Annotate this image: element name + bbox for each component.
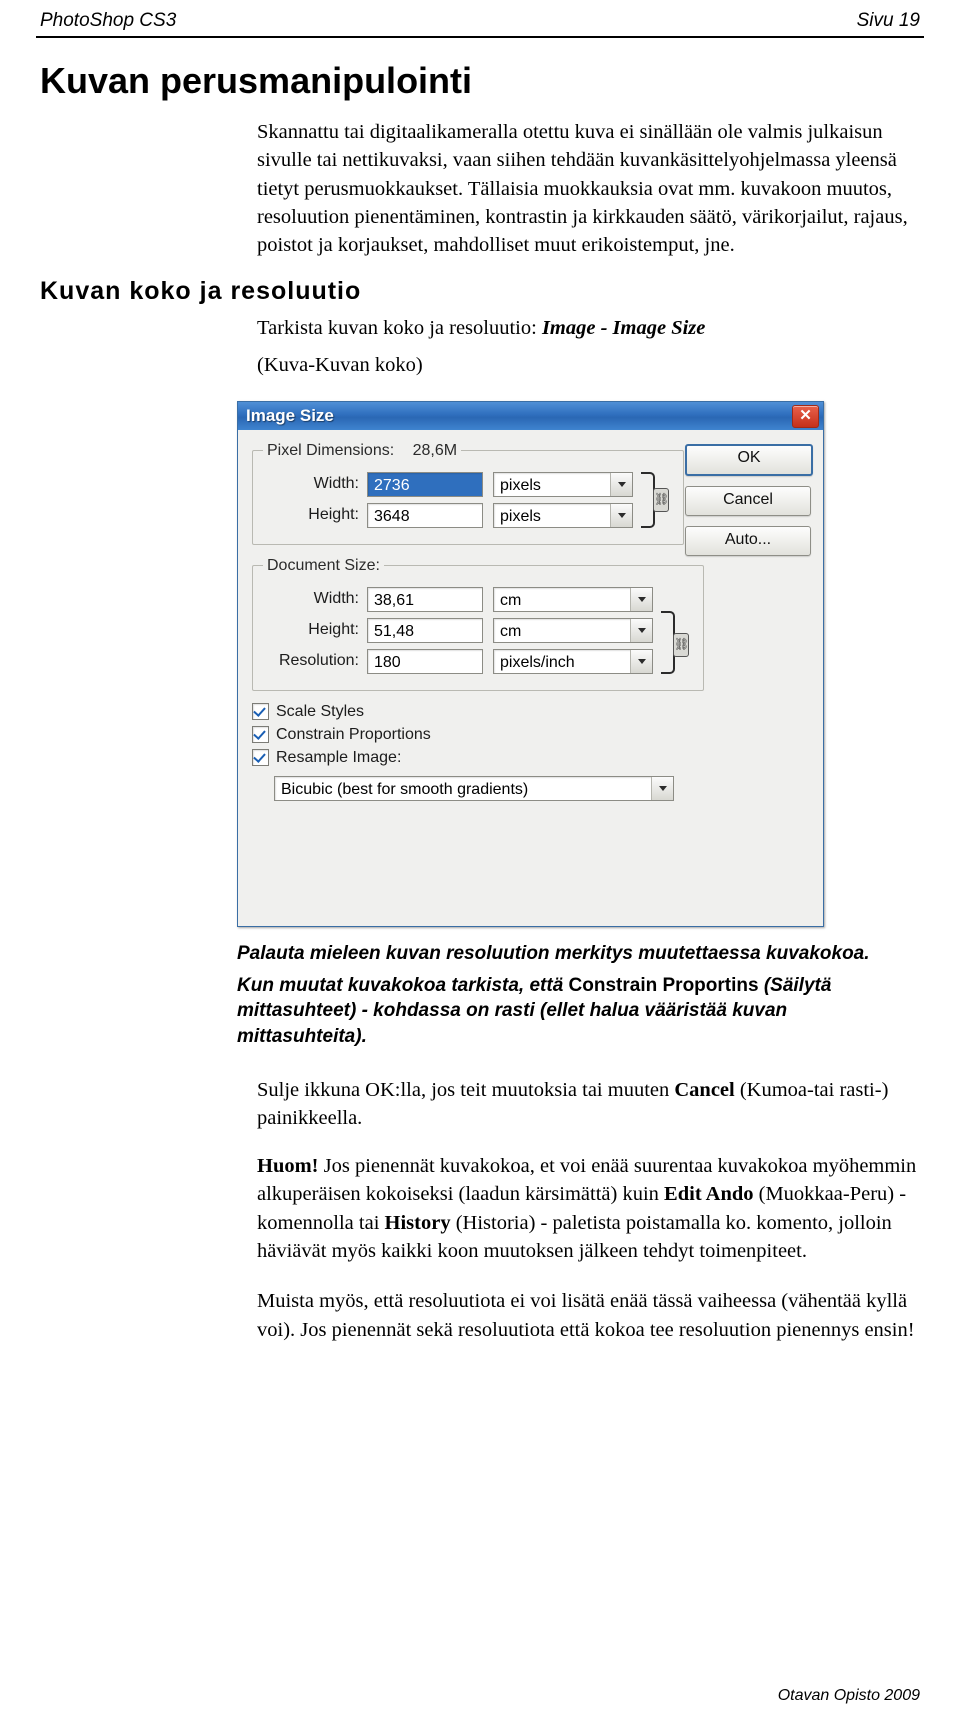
header-page-number: Sivu 19 bbox=[856, 10, 920, 31]
chevron-down-icon[interactable] bbox=[651, 776, 673, 800]
page-title: Kuvan perusmanipulointi bbox=[40, 60, 473, 101]
scale-styles-row[interactable]: Scale Styles bbox=[252, 703, 809, 721]
page-header: PhotoShop CS3 Sivu 19 bbox=[36, 0, 924, 38]
scale-styles-checkbox[interactable] bbox=[252, 703, 269, 721]
history-keyword: History bbox=[384, 1211, 451, 1234]
doc-resolution-unit-select[interactable]: pixels/inch bbox=[493, 648, 653, 674]
scale-styles-label: Scale Styles bbox=[276, 702, 365, 720]
pixel-dimensions-rows: Width: 2736 pixels Height: 3648 pixels ⛓ bbox=[263, 466, 673, 534]
pixel-width-label: Width: bbox=[313, 475, 359, 493]
chevron-down-icon[interactable] bbox=[630, 649, 652, 673]
resample-image-row[interactable]: Resample Image: bbox=[252, 749, 809, 767]
pixel-height-input[interactable]: 3648 bbox=[367, 502, 483, 528]
header-left-text: PhotoShop CS3 bbox=[40, 10, 177, 31]
huom-paragraph-block: Huom! Jos pienennät kuvakokoa, et voi en… bbox=[257, 1152, 920, 1265]
note-2-part-a: Kun muutat kuvakokoa tarkista, että bbox=[237, 974, 569, 996]
document-fields: Width: 38,61 cm Height: 51,48 cm Resolut… bbox=[263, 581, 653, 680]
doc-width-label: Width: bbox=[313, 590, 359, 608]
dialog-titlebar: Image Size ✕ bbox=[238, 401, 823, 430]
resample-method-wrap: Bicubic (best for smooth gradients) bbox=[274, 775, 674, 801]
dialog-buttons: OK Cancel Auto... bbox=[685, 443, 813, 566]
dialog-body: Pixel Dimensions: 28,6M Width: 2736 pixe… bbox=[238, 429, 823, 926]
image-size-dialog: Image Size ✕ Pixel Dimensions: 28,6M Wid… bbox=[237, 400, 824, 927]
doc-height-label: Height: bbox=[308, 621, 359, 639]
document-size-group: Document Size: Width: 38,61 cm Height: 5… bbox=[252, 556, 704, 691]
pixel-fields: Width: 2736 pixels Height: 3648 pixels bbox=[263, 466, 633, 534]
check-block: Tarkista kuvan koko ja resoluutio: Image… bbox=[257, 314, 920, 379]
chain-link-icon: ⛓ bbox=[673, 633, 689, 658]
pixel-width-row: Width: 2736 pixels bbox=[263, 471, 633, 497]
doc-height-unit-select[interactable]: cm bbox=[493, 617, 653, 643]
last-paragraph: Muista myös, että resoluutiota ei voi li… bbox=[257, 1290, 915, 1341]
check-line-1-text: Tarkista kuvan koko ja resoluutio: bbox=[257, 317, 542, 340]
close-paragraph-a: Sulje ikkuna OK:lla, jos teit muutoksia … bbox=[257, 1078, 675, 1101]
page-footer: Otavan Opisto 2009 bbox=[777, 1687, 920, 1704]
doc-width-unit-wrap: cm bbox=[493, 586, 653, 612]
image-size-dialog-wrapper: Image Size ✕ Pixel Dimensions: 28,6M Wid… bbox=[237, 400, 824, 927]
note-1: Palauta mieleen kuvan resoluution merkit… bbox=[237, 942, 870, 964]
dialog-title: Image Size bbox=[246, 405, 334, 425]
huom-keyword: Huom! bbox=[257, 1155, 319, 1178]
huom-paragraph: Huom! Jos pienennät kuvakokoa, et voi en… bbox=[257, 1152, 920, 1265]
options-block: Scale Styles Constrain Proportions Resam… bbox=[252, 703, 809, 801]
doc-resolution-input[interactable]: 180 bbox=[367, 648, 483, 674]
pixel-dimensions-legend: Pixel Dimensions: 28,6M bbox=[263, 442, 461, 460]
pixel-width-unit-wrap: pixels bbox=[493, 471, 633, 497]
auto-button[interactable]: Auto... bbox=[685, 525, 811, 556]
chain-link-icon: ⛓ bbox=[653, 487, 669, 512]
chevron-down-icon[interactable] bbox=[630, 587, 652, 611]
pixel-dimensions-label: Pixel Dimensions: bbox=[267, 441, 395, 459]
doc-height-row: Height: 51,48 cm bbox=[263, 617, 653, 643]
notes-block: Palauta mieleen kuvan resoluution merkit… bbox=[237, 941, 920, 1050]
last-paragraph-block: Muista myös, että resoluutiota ei voi li… bbox=[257, 1287, 920, 1344]
intro-paragraph: Skannattu tai digitaalikameralla otettu … bbox=[257, 121, 908, 257]
doc-resolution-row: Resolution: 180 pixels/inch bbox=[263, 648, 653, 674]
document-size-legend: Document Size: bbox=[267, 556, 380, 574]
doc-resolution-label: Resolution: bbox=[278, 652, 359, 670]
check-line-2: (Kuva-Kuvan koko) bbox=[257, 353, 423, 376]
doc-height-input[interactable]: 51,48 bbox=[367, 617, 483, 643]
pixel-height-unit-wrap: pixels bbox=[493, 502, 633, 528]
ok-button[interactable]: OK bbox=[685, 443, 813, 476]
chevron-down-icon[interactable] bbox=[610, 503, 632, 527]
note-2-constrain-proportions: Constrain Proportins bbox=[568, 974, 759, 996]
pixel-link-group: ⛓ bbox=[639, 466, 673, 534]
close-paragraph: Sulje ikkuna OK:lla, jos teit muutoksia … bbox=[257, 1076, 920, 1133]
intro-block: Skannattu tai digitaalikameralla otettu … bbox=[257, 118, 920, 259]
doc-width-input[interactable]: 38,61 bbox=[367, 586, 483, 612]
resample-image-checkbox[interactable] bbox=[252, 749, 269, 767]
chevron-down-icon[interactable] bbox=[610, 472, 632, 496]
pixel-height-row: Height: 3648 pixels bbox=[263, 502, 633, 528]
close-paragraph-block: Sulje ikkuna OK:lla, jos teit muutoksia … bbox=[257, 1076, 920, 1133]
chevron-down-icon[interactable] bbox=[630, 618, 652, 642]
cancel-keyword: Cancel bbox=[674, 1078, 735, 1101]
doc-height-unit-wrap: cm bbox=[493, 617, 653, 643]
document-link-group: ⛓ bbox=[659, 581, 693, 680]
edit-undo-keyword: Edit Ando bbox=[664, 1183, 754, 1206]
constrain-proportions-row[interactable]: Constrain Proportions bbox=[252, 726, 809, 744]
constrain-proportions-label: Constrain Proportions bbox=[276, 725, 431, 743]
doc-width-unit-select[interactable]: cm bbox=[493, 586, 653, 612]
note-2: Kun muutat kuvakokoa tarkista, että Cons… bbox=[237, 973, 920, 1050]
resample-image-label: Resample Image: bbox=[276, 748, 402, 766]
close-icon[interactable]: ✕ bbox=[792, 404, 819, 428]
menu-path-emphasis: Image - Image Size bbox=[541, 317, 706, 340]
document-size-rows: Width: 38,61 cm Height: 51,48 cm Resolut… bbox=[263, 581, 693, 680]
pixel-dimensions-size: 28,6M bbox=[412, 441, 458, 459]
constrain-proportions-checkbox[interactable] bbox=[252, 726, 269, 744]
cancel-button[interactable]: Cancel bbox=[685, 485, 811, 516]
doc-resolution-unit-wrap: pixels/inch bbox=[493, 648, 653, 674]
check-line-1: Tarkista kuvan koko ja resoluutio: Image… bbox=[257, 314, 920, 342]
pixel-height-label: Height: bbox=[308, 506, 359, 524]
section-heading: Kuvan koko ja resoluutio bbox=[40, 277, 362, 306]
page: PhotoShop CS3 Sivu 19 Kuvan perusmanipul… bbox=[0, 0, 960, 1719]
doc-width-row: Width: 38,61 cm bbox=[263, 586, 653, 612]
pixel-dimensions-group: Pixel Dimensions: 28,6M Width: 2736 pixe… bbox=[252, 441, 684, 545]
resample-method-select[interactable]: Bicubic (best for smooth gradients) bbox=[274, 775, 674, 801]
pixel-width-input[interactable]: 2736 bbox=[367, 471, 483, 497]
